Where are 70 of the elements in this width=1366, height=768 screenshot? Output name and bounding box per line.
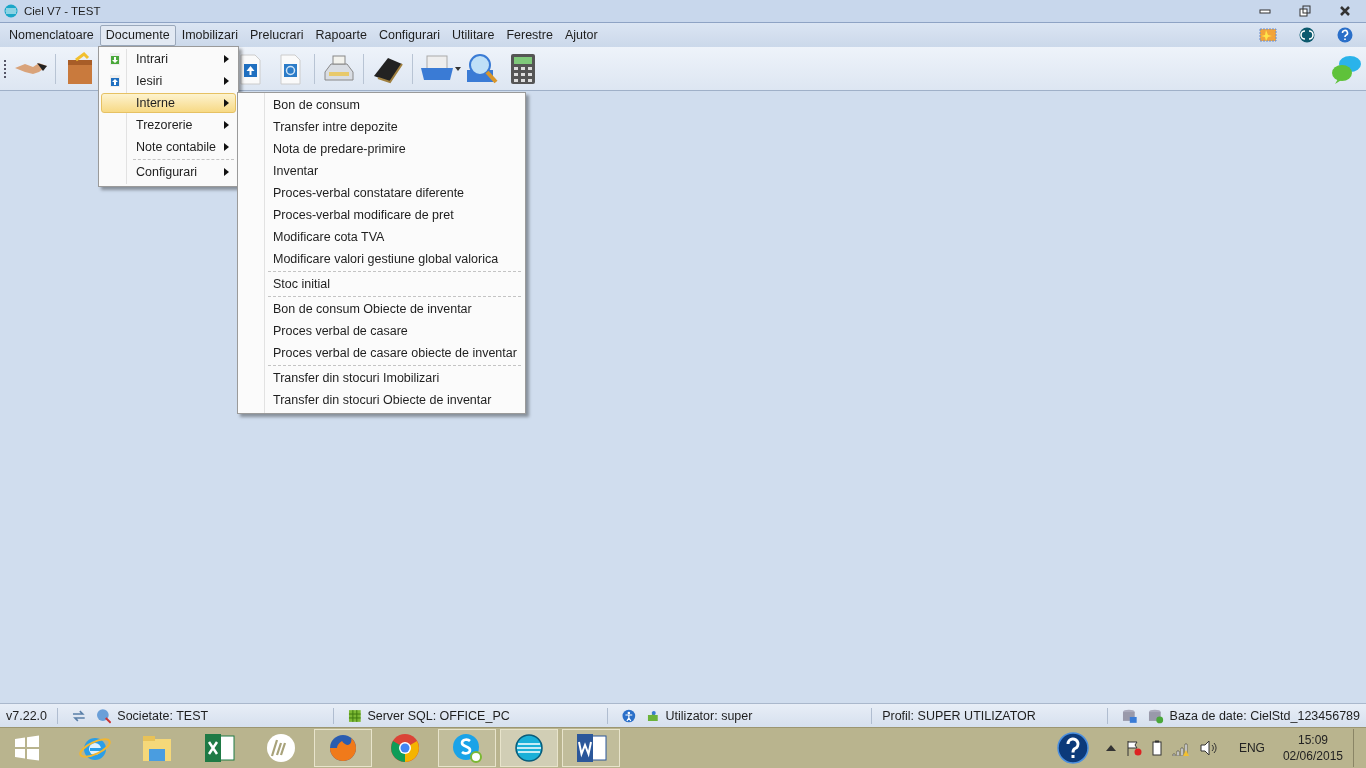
company-label: Societate: TEST (117, 708, 210, 723)
upload-document-icon (110, 75, 120, 87)
menu-item[interactable]: Prelucrari (243, 24, 310, 46)
menu-entry[interactable]: Configurari (101, 162, 236, 182)
database-save-icon[interactable] (1122, 707, 1138, 724)
menu-item[interactable]: Configurari (372, 24, 447, 46)
download-document-icon (110, 53, 120, 65)
menu-entry[interactable]: Transfer intre depozite (238, 116, 525, 138)
restore-icon[interactable] (1299, 5, 1311, 17)
globe-icon[interactable] (500, 729, 558, 767)
clock-time[interactable]: 15:09 (1297, 732, 1328, 748)
menu-entry[interactable]: Intrari (101, 49, 236, 69)
profile-label: Profil: SUPER UTILIZATOR (882, 708, 1037, 723)
speaker-icon[interactable] (1199, 740, 1218, 756)
accessibility-icon[interactable] (622, 708, 636, 723)
menu-item[interactable]: Rapoarte (309, 24, 373, 46)
menu-entry[interactable]: Interne (101, 93, 236, 113)
menu-item[interactable]: Imobilizari (175, 24, 244, 46)
chevron-up-icon[interactable] (1105, 745, 1116, 751)
menu-entry[interactable]: Bon de consum Obiecte de inventar (238, 298, 525, 320)
submenu-arrow-icon (224, 168, 229, 176)
clock-date[interactable]: 02/06/2015 (1282, 748, 1343, 764)
menu-entry[interactable]: Modificare cota TVA (238, 226, 525, 248)
submenu-arrow-icon (224, 55, 229, 63)
submenu-arrow-icon (224, 143, 229, 151)
chat-s-icon[interactable] (438, 729, 496, 767)
caret-icon[interactable] (455, 66, 461, 71)
menu-entry[interactable]: Transfer din stocuri Imobilizari (238, 367, 525, 389)
submenu-arrow-icon (224, 77, 229, 85)
menu-entry[interactable]: Proces-verbal constatare diferente (238, 182, 525, 204)
puzzle-icon[interactable] (645, 708, 660, 723)
flag-icon[interactable] (1125, 740, 1142, 756)
menu-entry[interactable]: Nota de predare-primire (238, 138, 525, 160)
menu-entry[interactable]: Stoc initial (238, 273, 525, 295)
menu-entry[interactable]: Trezorerie (101, 115, 236, 135)
arrows-icon[interactable] (72, 709, 86, 722)
menu-item[interactable]: Ajutor (558, 24, 604, 46)
version-label: v7.22.0 (6, 708, 47, 723)
menu-entry[interactable]: Iesiri (101, 71, 236, 91)
start-icon[interactable] (14, 735, 40, 761)
fox-browser-icon[interactable] (314, 729, 372, 767)
menu-entry[interactable]: Inventar (238, 160, 525, 182)
menu-entry[interactable]: Transfer din stocuri Obiecte de inventar (238, 389, 525, 411)
menu-entry[interactable]: Proces verbal de casare (238, 320, 525, 342)
menu-entry[interactable]: Note contabile (101, 137, 236, 157)
document-w-icon[interactable] (562, 729, 620, 767)
user-label: Utilizator: super (665, 708, 754, 723)
menu-item[interactable]: Nomenclatoare (3, 24, 100, 46)
help-icon[interactable] (1056, 732, 1089, 764)
battery-icon[interactable] (1151, 740, 1162, 756)
menu-item[interactable]: Documente (99, 24, 176, 46)
database-label: Baza de date: CielStd_123456789 (1169, 708, 1360, 723)
server-label: Server SQL: OFFICE_PC (367, 708, 511, 723)
menu-item[interactable]: Ferestre (500, 24, 559, 46)
submenu-arrow-icon (224, 121, 229, 129)
globe-icon (4, 4, 18, 18)
database-icon (347, 708, 362, 723)
submenu-arrow-icon (224, 99, 229, 107)
globe-search-icon[interactable] (95, 707, 112, 724)
menu-entry[interactable]: Modificare valori gestiune global valorica (238, 248, 525, 270)
menu-entry[interactable]: Bon de consum (238, 94, 525, 116)
menu-item[interactable]: Utilitare (446, 24, 501, 46)
database-sync-icon[interactable] (1147, 707, 1164, 724)
menu-entry[interactable]: Proces-verbal modificare de pret (238, 204, 525, 226)
help-icon[interactable] (1337, 27, 1353, 43)
close-icon[interactable] (1339, 5, 1351, 17)
menu-entry[interactable]: Proces verbal de casare obiecte de inventar (238, 342, 525, 364)
refresh-icon[interactable] (1299, 27, 1315, 43)
window-title: Ciel V7 - TEST (24, 5, 101, 17)
language-indicator[interactable]: ENG (1238, 741, 1265, 755)
